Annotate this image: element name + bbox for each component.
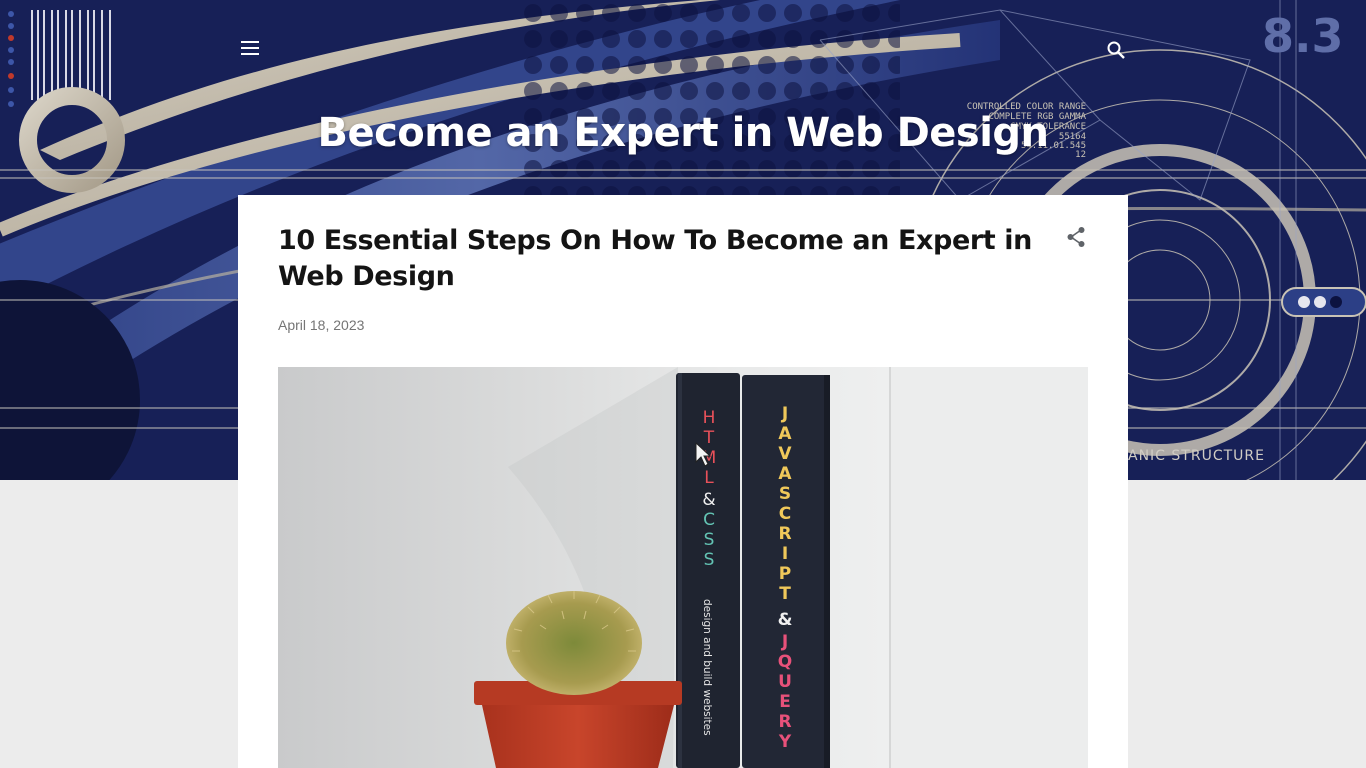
post-title[interactable]: 10 Essential Steps On How To Become an E… xyxy=(278,223,1048,295)
svg-text:R: R xyxy=(778,524,791,544)
books-and-cactus-photo: H T M L & C S S design and build website… xyxy=(278,367,1088,768)
svg-text:E: E xyxy=(779,692,791,712)
svg-text:S: S xyxy=(704,530,715,550)
svg-text:U: U xyxy=(778,672,792,692)
svg-text:T: T xyxy=(779,584,791,604)
svg-text:S: S xyxy=(704,550,715,570)
hamburger-menu-icon xyxy=(241,41,259,55)
svg-text:V: V xyxy=(778,444,792,464)
svg-text:R: R xyxy=(778,712,791,732)
svg-text:A: A xyxy=(778,424,792,444)
svg-text:L: L xyxy=(704,468,714,488)
post-card: 10 Essential Steps On How To Become an E… xyxy=(238,195,1128,768)
menu-button[interactable] xyxy=(236,34,264,62)
svg-text:C: C xyxy=(703,510,715,530)
post-featured-image[interactable]: H T M L & C S S design and build website… xyxy=(278,367,1088,768)
svg-text:Y: Y xyxy=(778,732,792,752)
svg-text:S: S xyxy=(779,484,791,504)
svg-text:A: A xyxy=(778,464,792,484)
search-icon xyxy=(1107,41,1125,59)
svg-text:I: I xyxy=(782,544,788,564)
post-date: April 18, 2023 xyxy=(278,317,365,333)
svg-text:&: & xyxy=(778,610,793,630)
svg-text:J: J xyxy=(781,404,788,424)
svg-text:C: C xyxy=(779,504,791,524)
share-button[interactable] xyxy=(1064,223,1088,251)
blog-title[interactable]: Become an Expert in Web Design xyxy=(240,110,1126,156)
book1-subtitle: design and build websites xyxy=(701,599,713,736)
svg-text:H: H xyxy=(703,408,716,428)
svg-text:T: T xyxy=(703,428,715,448)
svg-text:P: P xyxy=(779,564,791,584)
svg-text:J: J xyxy=(781,632,788,652)
svg-text:Q: Q xyxy=(778,652,792,672)
search-button[interactable] xyxy=(1102,36,1130,64)
decor-structure-label: ANIC STRUCTURE xyxy=(1128,448,1265,464)
share-icon xyxy=(1067,227,1085,247)
svg-text:&: & xyxy=(702,490,715,510)
decor-corner-number: 8.3 xyxy=(1262,9,1344,63)
